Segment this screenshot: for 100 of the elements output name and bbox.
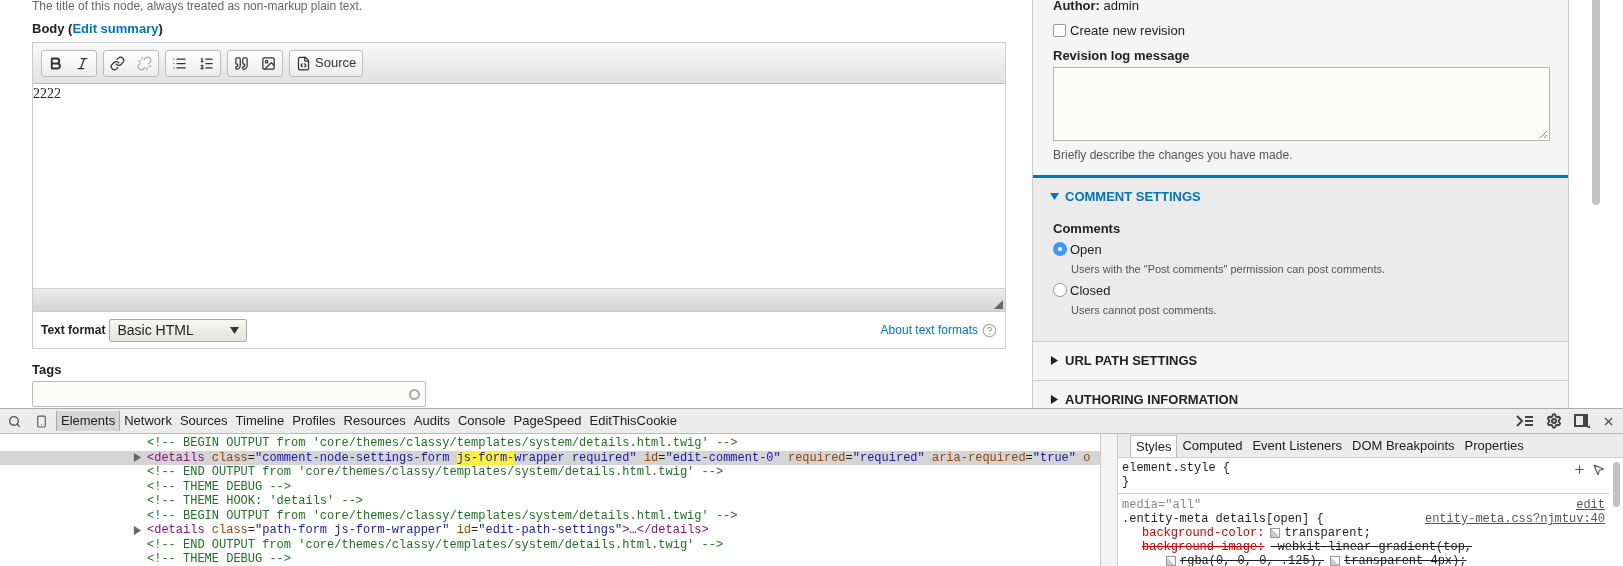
add-rule-icon[interactable] [1573, 463, 1586, 476]
field-label: Revision log message [1053, 47, 1191, 64]
styles-tab[interactable]: Event Listeners [1247, 435, 1347, 457]
styles-tab[interactable]: Properties [1459, 435, 1529, 457]
tags-input[interactable] [32, 381, 426, 407]
media-query: media="all" [1122, 498, 1202, 512]
devtools-tab[interactable]: Resources [339, 411, 410, 431]
option-description: Users cannot post comments. [1071, 303, 1218, 318]
dom-node-row[interactable]: <!-- END OUTPUT from 'core/themes/classy/templates/system/details.html.twig' --> [0, 465, 1100, 480]
scrollbar-thumb[interactable] [1612, 462, 1620, 507]
color-swatch-icon[interactable] [1166, 556, 1176, 566]
devtools-tab[interactable]: Sources [175, 411, 232, 431]
css-property-name: background-color: [1142, 526, 1265, 540]
devtools-tab[interactable]: Audits [409, 411, 454, 431]
devtools-tab[interactable]: Profiles [288, 411, 340, 431]
resize-grip-icon[interactable] [994, 300, 1003, 309]
dom-node-row[interactable]: <!-- END OUTPUT from 'core/themes/classy/templates/system/details.html.twig' --> [0, 537, 1100, 552]
settings-icon[interactable] [1546, 413, 1562, 429]
source-button[interactable]: Source [296, 53, 357, 73]
image-icon [261, 55, 276, 71]
dom-node-text: <!-- END OUTPUT from 'core/themes/classy/templates/system/details.html.twig' --> [147, 465, 724, 480]
styles-tab[interactable]: DOM Breakpoints [1347, 435, 1460, 457]
dock-side-icon[interactable] [1574, 414, 1590, 428]
field-label: Tags [32, 362, 63, 378]
unlink-icon [137, 55, 152, 71]
checkbox[interactable] [1053, 24, 1066, 38]
css-rule-brace: } [1122, 475, 1131, 489]
expand-triangle-icon [133, 453, 142, 463]
expanded-triangle-icon [1050, 192, 1059, 201]
image-button[interactable] [261, 55, 276, 71]
devtools-tab[interactable]: Timeline [231, 411, 289, 431]
dom-node-text: <!-- THEME DEBUG --> [147, 479, 292, 494]
dom-node-row[interactable]: <!-- BEGIN OUTPUT from 'core/themes/classy/templates/system/details.html.twig' --> [0, 508, 1100, 523]
styles-tab[interactable]: Computed [1177, 435, 1248, 457]
dom-node-text: <!-- THEME DEBUG --> [147, 552, 292, 566]
quote-icon [234, 55, 249, 71]
radio-button[interactable] [1053, 242, 1067, 257]
devtools-tab[interactable]: Network [120, 411, 176, 431]
css-rule-selector: .entity-meta details[open] { [1122, 512, 1324, 526]
edit-summary-link[interactable]: Edit summary [72, 21, 159, 37]
radio-label: Closed [1070, 281, 1111, 300]
radio-button[interactable] [1053, 283, 1067, 298]
link-button[interactable] [110, 55, 125, 71]
dom-node-row[interactable]: <!-- THEME DEBUG --> [0, 552, 1100, 566]
collapsed-triangle-icon [1050, 395, 1059, 404]
color-swatch-icon[interactable] [1330, 556, 1341, 566]
section-toggle[interactable]: AUTHORING INFORMATION [1033, 380, 1256, 408]
css-property-value: -webkit-linear-gradient(top, [1270, 540, 1473, 554]
section-toggle[interactable]: COMMENT SETTINGS [1033, 177, 1218, 216]
dom-node-text: <!-- THEME HOOK: 'details' --> [147, 494, 364, 509]
autocomplete-throbber-icon [409, 388, 420, 400]
search-icon[interactable] [8, 414, 21, 428]
dom-node-row[interactable]: <!-- BEGIN OUTPUT from 'core/themes/classy/templates/system/details.html.twig' --> [0, 436, 1100, 451]
resize-grip-icon[interactable] [1539, 129, 1547, 138]
styles-tab[interactable]: Styles [1130, 435, 1178, 457]
field-description: The title of this node, always treated as non-markup plain text. [32, 0, 364, 13]
dom-node-row[interactable]: <!-- THEME DEBUG --> [0, 479, 1100, 494]
console-drawer-icon[interactable] [1516, 415, 1534, 427]
checkbox-label: Create new revision [1070, 22, 1185, 40]
css-rule-selector: element.style { [1122, 461, 1231, 475]
option-description: Users with the "Post comments" permission can post comments. [1071, 262, 1387, 277]
section-toggle[interactable]: URL PATH SETTINGS [1033, 341, 1215, 380]
stylesheet-link[interactable]: entity-meta.css?njmtuv:40 [1424, 512, 1605, 526]
phone-icon[interactable] [35, 414, 48, 428]
devtools-tab[interactable]: PageSpeed [509, 411, 586, 431]
collapsed-triangle-icon [1050, 356, 1059, 365]
dom-node-text: <!-- BEGIN OUTPUT from 'core/themes/classy/templates/system/details.html.twig' --> [147, 436, 738, 451]
dom-node-text: <details class="path-form js-form-wrapper" id="edit-path-settings">…</details> [147, 523, 709, 538]
text-format-label: Text format [41, 322, 106, 339]
field-description: Briefly describe the changes you have made. [1053, 146, 1294, 164]
expand-triangle-icon [133, 525, 142, 535]
dom-node-text: <!-- BEGIN OUTPUT from 'core/themes/classy/templates/system/details.html.twig' --> [147, 508, 738, 523]
dom-node-row[interactable]: <details class="path-form js-form-wrapper" id="edit-path-settings">…</details> [0, 523, 1100, 538]
devtools-tab[interactable]: Elements [56, 411, 121, 431]
dom-node-row[interactable]: <!-- THEME HOOK: 'details' --> [0, 494, 1100, 509]
blockquote-button[interactable] [234, 55, 249, 71]
about-text-formats-link[interactable]: About text formats [880, 321, 978, 339]
edit-link[interactable]: edit [1576, 498, 1605, 512]
css-property-value: rgba(0, 0, 0, .125), [1180, 554, 1325, 566]
author-text: Author: admin [1053, 0, 1140, 14]
bulleted-list-button[interactable] [172, 55, 187, 71]
devtools-tab[interactable]: EditThisCookie [585, 411, 681, 431]
color-swatch-icon[interactable] [1270, 528, 1281, 538]
bold-button[interactable] [48, 55, 63, 71]
field-label: Body ( [32, 21, 73, 37]
dropdown-caret-icon [230, 325, 240, 335]
source-file-icon [296, 55, 311, 71]
radio-label: Open [1070, 240, 1102, 259]
css-property-value: transparent; [1284, 526, 1371, 540]
text-format-select[interactable]: Basic HTML [109, 318, 248, 342]
dom-node-text: <!-- END OUTPUT from 'core/themes/classy/templates/system/details.html.twig' --> [147, 537, 724, 552]
scrollbar-thumb[interactable] [1592, 0, 1600, 205]
numbered-list-button[interactable] [199, 55, 214, 71]
devtools-tab[interactable]: Console [453, 411, 510, 431]
bulleted-list-icon [172, 55, 187, 71]
numbered-list-icon [199, 55, 214, 71]
italic-icon [75, 55, 90, 71]
italic-button[interactable] [75, 55, 90, 71]
field-label: ) [158, 21, 163, 37]
link-icon [110, 55, 125, 71]
